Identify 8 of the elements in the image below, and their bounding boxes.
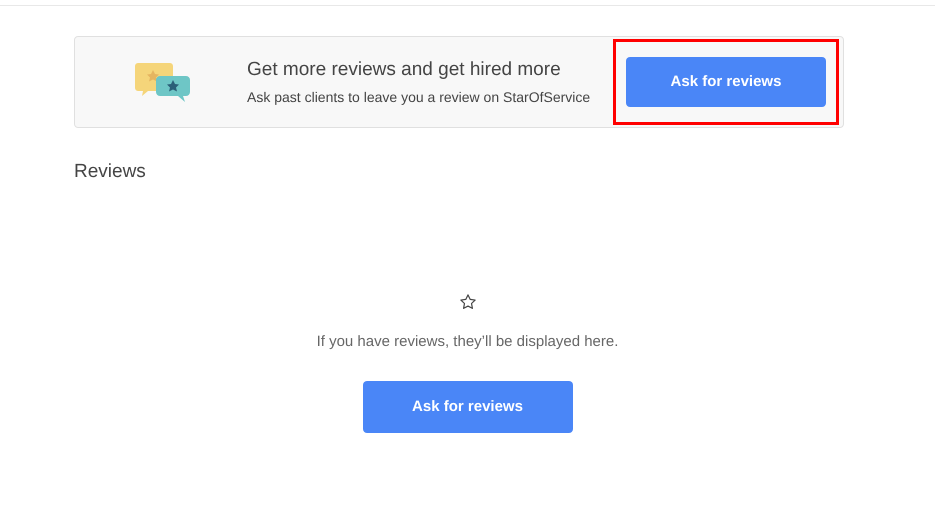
empty-message: If you have reviews, they’ll be displayed here. bbox=[316, 332, 618, 352]
chat-bubbles-icon bbox=[134, 61, 192, 103]
star-icon bbox=[458, 292, 476, 310]
banner-title: Get more reviews and get hired more bbox=[247, 58, 562, 82]
ask-for-reviews-button[interactable]: Ask for reviews bbox=[362, 381, 572, 433]
banner-subtitle: Ask past clients to leave you a review on StarOfService bbox=[247, 88, 590, 107]
section-heading: Reviews bbox=[74, 161, 146, 182]
ask-for-reviews-button[interactable]: Ask for reviews bbox=[626, 57, 826, 107]
